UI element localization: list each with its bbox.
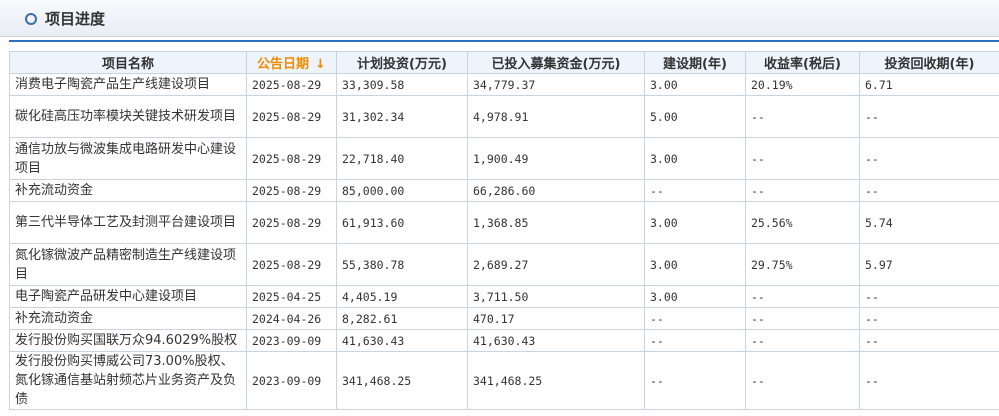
cell-period: -- bbox=[644, 179, 746, 202]
cell-period: 3.00 bbox=[644, 285, 746, 308]
cell-period: 3.00 bbox=[644, 137, 746, 180]
cell-date: 2023-09-09 bbox=[246, 329, 337, 352]
cell-planned: 33,309.58 bbox=[336, 73, 468, 96]
sort-desc-icon[interactable]: ↓ bbox=[315, 57, 326, 72]
cell-invested: 34,779.37 bbox=[467, 73, 645, 96]
cell-project-name: 氮化镓微波产品精密制造生产线建设项目 bbox=[9, 243, 247, 286]
cell-period: -- bbox=[644, 329, 746, 352]
cell-date: 2025-08-29 bbox=[246, 73, 337, 96]
cell-planned: 41,630.43 bbox=[336, 329, 468, 352]
cell-period: 5.00 bbox=[644, 95, 746, 138]
cell-date: 2024-04-26 bbox=[246, 307, 337, 330]
cell-return: 20.19% bbox=[745, 73, 860, 96]
cell-project-name: 通信功放与微波集成电路研发中心建设项目 bbox=[9, 137, 247, 180]
cell-invested: 41,630.43 bbox=[467, 329, 645, 352]
cell-project-name: 补充流动资金 bbox=[9, 179, 247, 202]
cell-planned: 341,468.25 bbox=[336, 351, 468, 410]
cell-date: 2025-04-25 bbox=[246, 285, 337, 308]
table-header-row: 项目名称 公告日期 ↓ 计划投资(万元) 已投入募集资金(万元) 建设期(年) 收… bbox=[9, 51, 999, 74]
circle-bullet-icon bbox=[25, 13, 37, 25]
cell-return: -- bbox=[745, 351, 860, 410]
table-row: 发行股份购买国联万众94.6029%股权 2023-09-09 41,630.4… bbox=[9, 329, 999, 352]
cell-invested: 1,900.49 bbox=[467, 137, 645, 180]
cell-payback: 5.97 bbox=[859, 243, 999, 286]
cell-date: 2023-09-09 bbox=[246, 351, 337, 410]
cell-period: 3.00 bbox=[644, 73, 746, 96]
cell-return: -- bbox=[745, 329, 860, 352]
cell-planned: 85,000.00 bbox=[336, 179, 468, 202]
cell-return: -- bbox=[745, 137, 860, 180]
cell-planned: 4,405.19 bbox=[336, 285, 468, 308]
cell-planned: 61,913.60 bbox=[336, 201, 468, 244]
cell-date: 2025-08-29 bbox=[246, 137, 337, 180]
col-announce-date-label: 公告日期 bbox=[257, 57, 310, 72]
table-row: 补充流动资金 2024-04-26 8,282.61 470.17 -- -- … bbox=[9, 307, 999, 330]
table-row: 碳化硅高压功率模块关键技术研发项目 2025-08-29 31,302.34 4… bbox=[9, 95, 999, 138]
cell-planned: 22,718.40 bbox=[336, 137, 468, 180]
cell-invested: 2,689.27 bbox=[467, 243, 645, 286]
panel-header: 项目进度 bbox=[0, 0, 999, 37]
cell-invested: 1,368.85 bbox=[467, 201, 645, 244]
cell-planned: 55,380.78 bbox=[336, 243, 468, 286]
cell-payback: 5.74 bbox=[859, 201, 999, 244]
table-row: 发行股份购买博威公司73.00%股权、氮化镓通信基站射频芯片业务资产及负债 20… bbox=[9, 351, 999, 410]
cell-invested: 3,711.50 bbox=[467, 285, 645, 308]
cell-project-name: 发行股份购买国联万众94.6029%股权 bbox=[9, 329, 247, 352]
table-row: 氮化镓微波产品精密制造生产线建设项目 2025-08-29 55,380.78 … bbox=[9, 243, 999, 286]
cell-payback: -- bbox=[859, 351, 999, 410]
cell-project-name: 发行股份购买博威公司73.00%股权、氮化镓通信基站射频芯片业务资产及负债 bbox=[9, 351, 247, 410]
cell-payback: 6.71 bbox=[859, 73, 999, 96]
table-row: 通信功放与微波集成电路研发中心建设项目 2025-08-29 22,718.40… bbox=[9, 137, 999, 180]
cell-return: 25.56% bbox=[745, 201, 860, 244]
cell-project-name: 消费电子陶瓷产品生产线建设项目 bbox=[9, 73, 247, 96]
cell-period: -- bbox=[644, 307, 746, 330]
cell-planned: 31,302.34 bbox=[336, 95, 468, 138]
cell-project-name: 第三代半导体工艺及封测平台建设项目 bbox=[9, 201, 247, 244]
table-row: 电子陶瓷产品研发中心建设项目 2025-04-25 4,405.19 3,711… bbox=[9, 285, 999, 308]
cell-project-name: 碳化硅高压功率模块关键技术研发项目 bbox=[9, 95, 247, 138]
table-row: 第三代半导体工艺及封测平台建设项目 2025-08-29 61,913.60 1… bbox=[9, 201, 999, 244]
cell-period: 3.00 bbox=[644, 201, 746, 244]
cell-date: 2025-08-29 bbox=[246, 243, 337, 286]
project-progress-table: 项目名称 公告日期 ↓ 计划投资(万元) 已投入募集资金(万元) 建设期(年) 收… bbox=[9, 51, 999, 410]
cell-invested: 66,286.60 bbox=[467, 179, 645, 202]
cell-payback: -- bbox=[859, 307, 999, 330]
cell-return: -- bbox=[745, 179, 860, 202]
table-row: 消费电子陶瓷产品生产线建设项目 2025-08-29 33,309.58 34,… bbox=[9, 73, 999, 96]
cell-date: 2025-08-29 bbox=[246, 95, 337, 138]
cell-return: -- bbox=[745, 95, 860, 138]
cell-period: -- bbox=[644, 351, 746, 410]
col-invested-funds[interactable]: 已投入募集资金(万元) bbox=[467, 51, 645, 74]
panel-title: 项目进度 bbox=[45, 10, 106, 28]
cell-invested: 341,468.25 bbox=[467, 351, 645, 410]
panel-divider bbox=[9, 40, 999, 42]
cell-project-name: 电子陶瓷产品研发中心建设项目 bbox=[9, 285, 247, 308]
cell-payback: -- bbox=[859, 285, 999, 308]
col-return-rate[interactable]: 收益率(税后) bbox=[745, 51, 860, 74]
cell-payback: -- bbox=[859, 95, 999, 138]
cell-return: -- bbox=[745, 307, 860, 330]
col-construction-period[interactable]: 建设期(年) bbox=[644, 51, 746, 74]
cell-payback: -- bbox=[859, 329, 999, 352]
col-planned-investment[interactable]: 计划投资(万元) bbox=[336, 51, 468, 74]
cell-date: 2025-08-29 bbox=[246, 201, 337, 244]
cell-payback: -- bbox=[859, 179, 999, 202]
cell-date: 2025-08-29 bbox=[246, 179, 337, 202]
col-payback-period[interactable]: 投资回收期(年) bbox=[859, 51, 999, 74]
table-row: 补充流动资金 2025-08-29 85,000.00 66,286.60 --… bbox=[9, 179, 999, 202]
cell-payback: -- bbox=[859, 137, 999, 180]
col-announce-date[interactable]: 公告日期 ↓ bbox=[246, 51, 337, 74]
cell-return: 29.75% bbox=[745, 243, 860, 286]
cell-return: -- bbox=[745, 285, 860, 308]
cell-invested: 4,978.91 bbox=[467, 95, 645, 138]
cell-project-name: 补充流动资金 bbox=[9, 307, 247, 330]
cell-planned: 8,282.61 bbox=[336, 307, 468, 330]
cell-invested: 470.17 bbox=[467, 307, 645, 330]
cell-period: 3.00 bbox=[644, 243, 746, 286]
col-project-name[interactable]: 项目名称 bbox=[9, 51, 247, 74]
